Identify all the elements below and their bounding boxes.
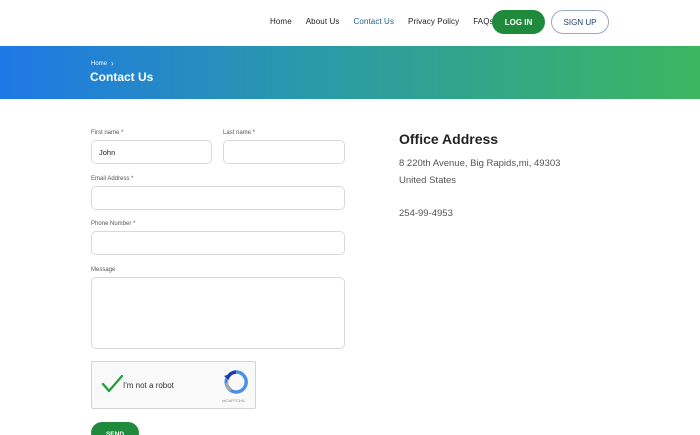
chevron-right-icon: › bbox=[111, 59, 114, 68]
captcha-label: I'm not a robot bbox=[123, 381, 174, 390]
signup-button[interactable]: SIGN UP bbox=[551, 10, 609, 34]
recaptcha-widget: I'm not a robot reCAPTCHA bbox=[91, 361, 256, 409]
nav-link-about-us[interactable]: About Us bbox=[306, 17, 340, 26]
phone-label: Phone Number * bbox=[91, 221, 136, 227]
nav-links: Home About Us Contact Us Privacy Policy … bbox=[270, 17, 508, 26]
nav-link-faqs[interactable]: FAQs bbox=[473, 17, 493, 26]
nav-link-privacy-policy[interactable]: Privacy Policy bbox=[408, 17, 459, 26]
email-label: Email Address * bbox=[91, 176, 134, 182]
nav-link-contact-us[interactable]: Contact Us bbox=[353, 17, 394, 26]
checkmark-icon[interactable] bbox=[100, 372, 124, 396]
page-banner: Home › Contact Us bbox=[0, 46, 700, 99]
address-line-2: United States bbox=[399, 175, 457, 186]
login-button[interactable]: LOG IN bbox=[492, 10, 545, 34]
phone-input[interactable] bbox=[91, 231, 345, 255]
breadcrumb: Home › bbox=[91, 59, 114, 68]
first-name-label: First name * bbox=[91, 130, 124, 136]
top-navigation: Home About Us Contact Us Privacy Policy … bbox=[0, 0, 700, 46]
office-address-title: Office Address bbox=[399, 131, 499, 147]
recaptcha-logo-icon bbox=[224, 370, 248, 394]
last-name-input[interactable] bbox=[223, 140, 345, 164]
office-phone: 254-99-4953 bbox=[399, 208, 453, 219]
breadcrumb-home-link[interactable]: Home bbox=[91, 61, 107, 67]
email-input[interactable] bbox=[91, 186, 345, 210]
nav-link-home[interactable]: Home bbox=[270, 17, 292, 26]
first-name-input[interactable]: John bbox=[91, 140, 212, 164]
send-button[interactable]: SEND bbox=[91, 422, 139, 435]
message-textarea[interactable] bbox=[91, 277, 345, 349]
address-line-1: 8 220th Avenue, Big Rapids,mi, 49303 bbox=[399, 158, 561, 169]
page-title: Contact Us bbox=[90, 70, 154, 84]
last-name-label: Last name * bbox=[223, 130, 256, 136]
message-label: Message bbox=[91, 267, 116, 273]
recaptcha-brand-text: reCAPTCHA bbox=[222, 398, 245, 403]
